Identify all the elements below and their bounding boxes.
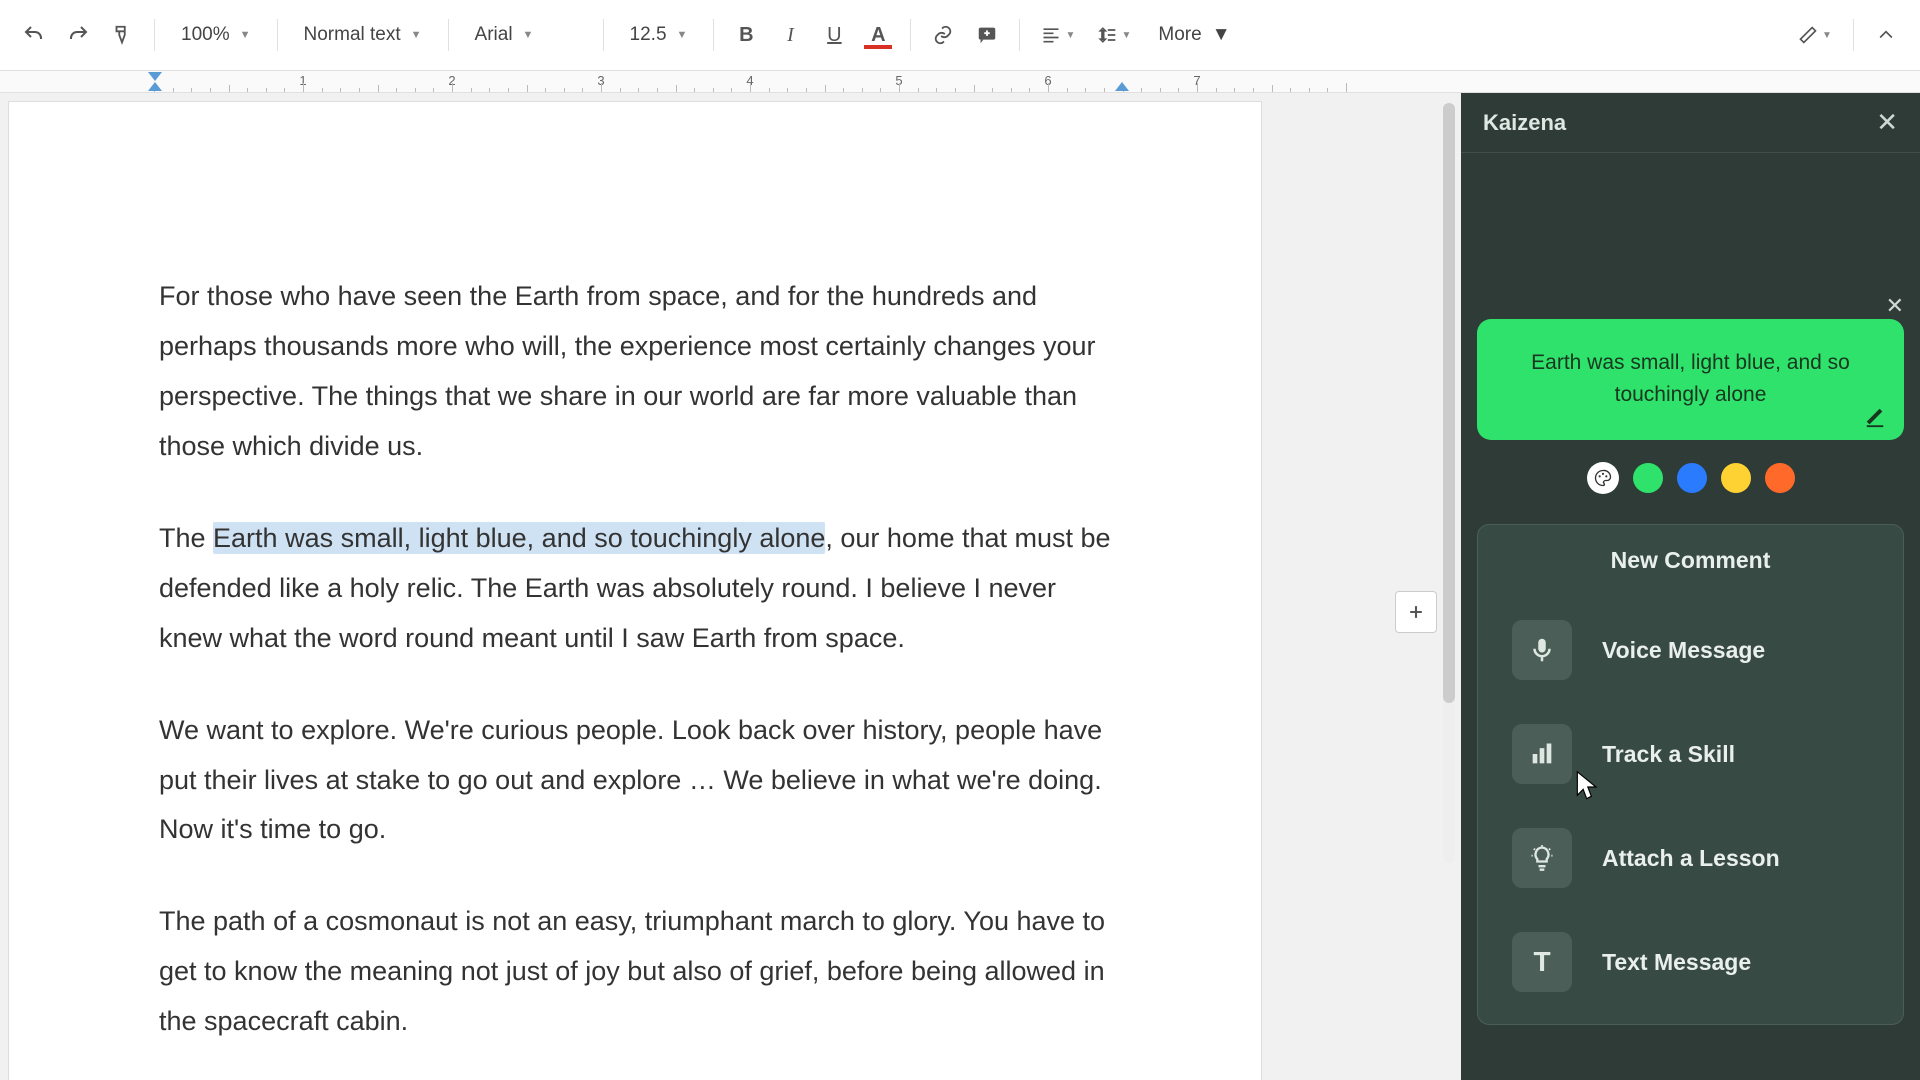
paint-format-button[interactable] [102,15,142,55]
track-skill-button[interactable]: Track a Skill [1502,702,1879,806]
zoom-value: 100% [181,24,230,46]
style-value: Normal text [304,24,401,46]
line-spacing-dropdown[interactable]: ▼ [1088,15,1140,55]
sidepanel-body: ✕ Earth was small, light blue, and so to… [1461,153,1920,1080]
right-indent-marker[interactable] [1115,82,1129,91]
toolbar: 100% ▼ Normal text ▼ Arial ▼ 12.5 ▼ B I … [0,0,1920,71]
text-message-button[interactable]: T Text Message [1502,910,1879,1014]
main-area: For those who have seen the Earth from s… [0,93,1920,1080]
bar-chart-icon [1512,724,1572,784]
separator [910,19,911,51]
redo-button[interactable] [58,15,98,55]
close-icon[interactable]: ✕ [1886,289,1904,322]
text-color-button[interactable]: A [858,15,898,55]
plus-icon [1406,602,1426,622]
left-indent-marker[interactable] [148,82,162,91]
color-green[interactable] [1633,463,1663,493]
font-value: Arial [475,24,513,46]
color-yellow[interactable] [1721,463,1751,493]
more-dropdown[interactable]: More ▼ [1144,15,1244,55]
chevron-down-icon: ▼ [523,29,534,41]
chevron-down-icon: ▼ [1212,24,1231,46]
zoom-dropdown[interactable]: 100% ▼ [167,15,265,55]
more-label: More [1158,24,1201,46]
color-blue[interactable] [1677,463,1707,493]
new-comment-title: New Comment [1502,547,1879,574]
separator [277,19,278,51]
align-dropdown[interactable]: ▼ [1032,15,1084,55]
ruler[interactable]: 1 2 3 4 5 6 7 [0,71,1920,93]
text-icon: T [1512,932,1572,992]
highlight-card[interactable]: ✕ Earth was small, light blue, and so to… [1477,319,1904,440]
chevron-down-icon: ▼ [1822,30,1832,41]
style-dropdown[interactable]: Normal text ▼ [290,15,436,55]
separator [1019,19,1020,51]
chevron-down-icon: ▼ [240,29,251,41]
sidepanel-title: Kaizena [1483,110,1566,136]
sidepanel-header: Kaizena ✕ [1461,93,1920,153]
color-orange[interactable] [1765,463,1795,493]
font-dropdown[interactable]: Arial ▼ [461,15,591,55]
add-comment-toolbar-button[interactable] [967,15,1007,55]
paragraph: The Earth was small, light blue, and so … [159,514,1111,664]
first-line-indent-marker[interactable] [148,72,162,81]
underline-button[interactable]: U [814,15,854,55]
chevron-down-icon: ▼ [411,29,422,41]
lightbulb-icon [1512,828,1572,888]
voice-label: Voice Message [1602,637,1765,664]
insert-link-button[interactable] [923,15,963,55]
undo-button[interactable] [14,15,54,55]
fontsize-dropdown[interactable]: 12.5 ▼ [616,15,702,55]
paragraph: We want to explore. We're curious people… [159,706,1111,856]
chevron-down-icon: ▼ [677,29,688,41]
document-area: For those who have seen the Earth from s… [0,93,1461,1080]
separator [713,19,714,51]
text-span: The [159,523,213,553]
lesson-label: Attach a Lesson [1602,845,1780,872]
microphone-icon [1512,620,1572,680]
new-comment-card: New Comment Voice Message Track a Skill [1477,524,1904,1025]
palette-icon[interactable] [1587,462,1619,494]
kaizena-sidepanel: Kaizena ✕ ✕ Earth was small, light blue,… [1461,93,1920,1080]
fontsize-value: 12.5 [630,24,667,46]
italic-button[interactable]: I [770,15,810,55]
paragraph: For those who have seen the Earth from s… [159,272,1111,472]
edit-icon[interactable] [1864,406,1886,428]
highlight-text: Earth was small, light blue, and so touc… [1531,351,1850,406]
close-icon[interactable]: ✕ [1876,107,1898,138]
separator [1853,19,1854,51]
separator [603,19,604,51]
add-comment-floating-button[interactable] [1395,591,1437,633]
chevron-down-icon: ▼ [1121,30,1131,41]
editing-mode-dropdown[interactable]: ▼ [1789,15,1841,55]
scrollbar-thumb[interactable] [1443,103,1455,703]
paragraph: The path of a cosmonaut is not an easy, … [159,897,1111,1047]
bold-button[interactable]: B [726,15,766,55]
voice-message-button[interactable]: Voice Message [1502,598,1879,702]
skill-label: Track a Skill [1602,741,1735,768]
attach-lesson-button[interactable]: Attach a Lesson [1502,806,1879,910]
highlighted-text[interactable]: Earth was small, light blue, and so touc… [213,522,825,554]
highlight-color-row [1477,462,1904,494]
toolbar-right: ▼ [1789,15,1906,55]
collapse-toolbar-button[interactable] [1866,15,1906,55]
document-page[interactable]: For those who have seen the Earth from s… [8,101,1262,1080]
text-label: Text Message [1602,949,1751,976]
separator [448,19,449,51]
chevron-down-icon: ▼ [1065,30,1075,41]
separator [154,19,155,51]
